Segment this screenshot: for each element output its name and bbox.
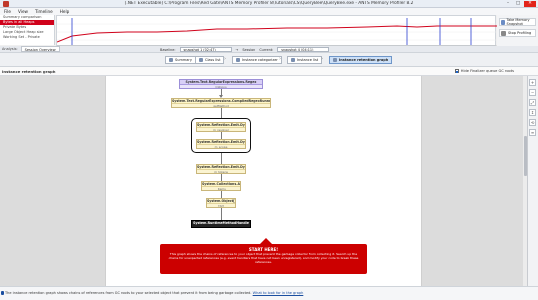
graph-title: Instance retention graph (2, 69, 56, 74)
reset-icon[interactable]: ⟲ (529, 119, 536, 126)
graph-node[interactable]: System.Reflection.Emit.DynamicScope m_to… (196, 164, 246, 174)
retention-graph-label: Instance retention graph (339, 58, 389, 62)
hide-finalizer-label: Hide Finalizer queue GC roots (460, 69, 514, 73)
menu-timeline[interactable]: Timeline (35, 9, 53, 14)
analysis-label: Analysis: (2, 47, 18, 51)
status-message: The instance retention graph shows chain… (5, 291, 252, 295)
graph-edge (221, 153, 222, 164)
menu-view[interactable]: View (18, 9, 28, 14)
window-title: [.NET Executable] C:\Program Files\Red G… (124, 1, 414, 6)
start-here-callout: START HERE! This graph shows the chains … (160, 244, 367, 274)
graph-node[interactable]: System.Collections.ArrayList _items (201, 181, 241, 191)
retention-graph-button[interactable]: Instance retention graph (329, 56, 393, 64)
timeline-chart[interactable] (56, 15, 497, 47)
graph-node[interactable]: System.Text.RegularExpressions.CompiledR… (171, 98, 271, 108)
node-name: System.RuntimeMethodHandle (192, 221, 250, 226)
close-button[interactable]: ✕ (524, 1, 536, 7)
summary-label: Summary (175, 58, 192, 62)
summary-icon (169, 58, 173, 62)
session-label[interactable]: Session (242, 48, 255, 52)
instance-categorizer-button[interactable]: Instance categorizer (232, 56, 282, 64)
zoom-out-icon[interactable]: − (529, 89, 536, 96)
scrollbar-thumb[interactable] (523, 136, 527, 176)
instance-list-icon (291, 58, 295, 62)
menu-bar: File View Timeline Help (0, 8, 538, 15)
chevron-right-icon: › (224, 56, 226, 62)
app-icon (3, 1, 9, 7)
callout-text: This graph shows the chains of reference… (168, 252, 359, 264)
graph-edge (221, 208, 222, 220)
node-field: m_scope (214, 145, 228, 149)
help-link[interactable]: What to look for in the graph (253, 291, 304, 295)
minimize-button[interactable]: – (504, 1, 512, 7)
list-icon (199, 58, 203, 62)
status-text: The instance retention graph shows chain… (5, 291, 303, 295)
stop-profiling-label: Stop Profiling (508, 31, 532, 35)
analysis-navigation: Summary Class list › Instance categorize… (0, 53, 538, 67)
timeline-actions: Take Memory Snapshot Stop Profiling (497, 15, 538, 46)
hide-finalizer-checkbox[interactable] (454, 69, 459, 73)
counter-item[interactable]: Working Set - Private (0, 35, 54, 40)
take-snapshot-label: Take Memory Snapshot (506, 18, 530, 26)
snapshot-selectors: Baseline: snapshot 1 (02:47) → Session C… (160, 46, 330, 53)
window-controls: – □ ✕ (504, 1, 536, 7)
graph-toolbar: + − ⤢ ↕ ⟲ ≡ (528, 76, 538, 286)
instance-list-button[interactable]: Instance list (287, 56, 323, 64)
take-snapshot-button[interactable]: Take Memory Snapshot (499, 18, 536, 26)
graph-edge (221, 191, 222, 198)
graph-node[interactable]: System.Reflection.Emit.DynamicILGenerato… (196, 139, 246, 149)
hide-finalizer-option[interactable]: Hide Finalizer queue GC roots (454, 69, 514, 73)
camera-icon (501, 19, 505, 25)
vertical-scrollbar[interactable] (523, 76, 527, 286)
chevron-right-icon: › (279, 56, 281, 62)
maximize-button[interactable]: □ (514, 1, 522, 7)
title-bar: [.NET Executable] C:\Program Files\Red G… (0, 0, 538, 8)
chevron-right-icon: › (321, 56, 323, 62)
categorizer-icon (236, 58, 240, 62)
status-bar: The instance retention graph shows chain… (0, 286, 538, 300)
graph-node[interactable]: System.Reflection.Emit.DynamicMethod m_r… (196, 122, 246, 132)
instance-list-label: Instance list (297, 58, 319, 62)
menu-help[interactable]: Help (60, 9, 70, 14)
baseline-select[interactable]: snapshot 1 (02:47) (179, 47, 232, 52)
menu-file[interactable]: File (4, 9, 11, 14)
graph-canvas[interactable]: System.Text.RegularExpressions.Regex Opt… (0, 76, 528, 286)
graph-node-root[interactable]: System.Text.RegularExpressions.Regex Opt… (179, 79, 263, 89)
arrow-icon: → (235, 47, 239, 52)
graph-node[interactable]: System.Object[] [32] (206, 198, 236, 208)
options-icon[interactable]: ≡ (529, 129, 536, 136)
graph-header: Instance retention graph Hide Finalizer … (0, 67, 538, 76)
zoom-in-icon[interactable]: + (529, 79, 536, 86)
counter-list: Summary comparison Bytes in all Heaps Pr… (0, 15, 55, 45)
baseline-label: Baseline: (160, 47, 176, 52)
gc-root-node[interactable]: System.RuntimeMethodHandle (191, 220, 251, 228)
expand-icon[interactable]: ↕ (529, 109, 536, 116)
summary-button[interactable]: Summary (165, 56, 196, 64)
class-list-button[interactable]: Class list (195, 56, 225, 64)
class-list-label: Class list (205, 58, 221, 62)
tab-session-overview[interactable]: Session Overview (20, 46, 60, 52)
current-label: Current: (259, 47, 274, 52)
instance-categorizer-label: Instance categorizer (242, 58, 278, 62)
bytes-series-line (56, 25, 497, 43)
graph-icon (333, 58, 337, 62)
current-select[interactable]: snapshot 4 (04:11) (277, 47, 330, 52)
graph-edge (221, 174, 222, 181)
stop-icon (501, 30, 506, 36)
timeline-svg (56, 18, 497, 47)
fit-icon[interactable]: ⤢ (529, 99, 536, 106)
graph-edge (221, 132, 222, 139)
stop-profiling-button[interactable]: Stop Profiling (499, 29, 536, 37)
info-icon (1, 291, 4, 295)
